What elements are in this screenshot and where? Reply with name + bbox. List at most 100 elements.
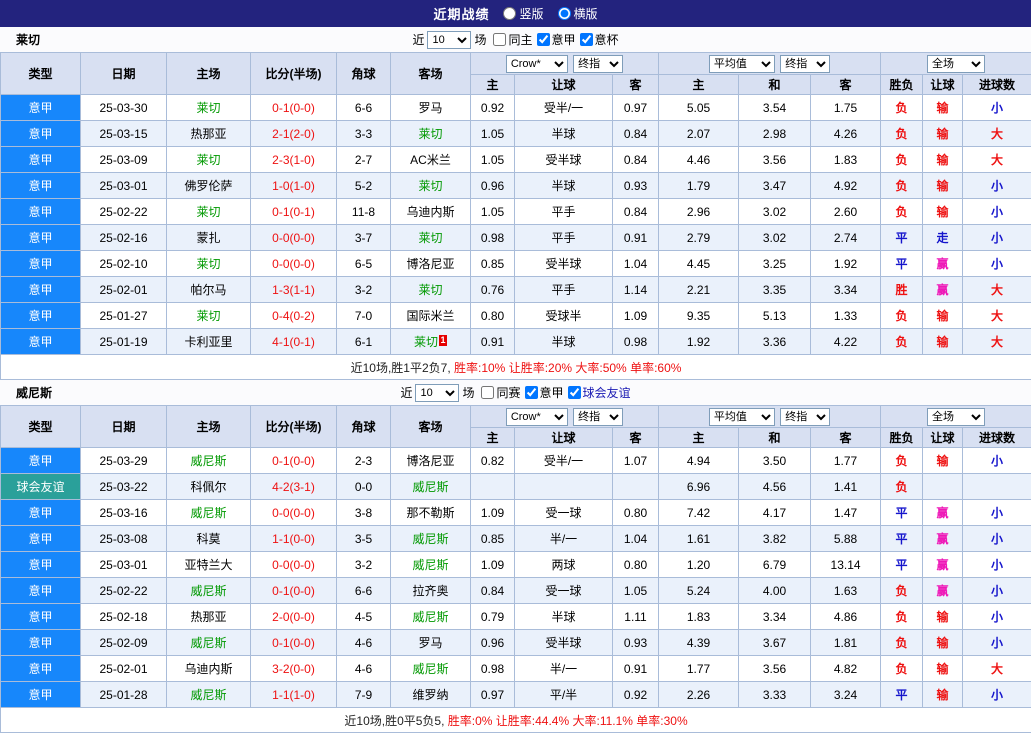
radio-vertical-input[interactable] <box>503 7 516 20</box>
avg-home-cell: 4.45 <box>659 251 739 277</box>
filter-checkbox[interactable]: 意甲 <box>537 31 576 48</box>
league-type-cell: 意甲 <box>1 578 81 604</box>
goals-result-cell: 小 <box>963 251 1031 277</box>
away-team-cell: 罗马 <box>391 630 471 656</box>
team-name-text: 科莫 <box>196 532 220 546</box>
layout-radio-vertical[interactable]: 竖版 <box>503 5 543 22</box>
home-team-cell[interactable]: 莱切 <box>167 251 251 277</box>
result-cell: 负 <box>881 199 923 225</box>
filter-checkbox-label: 球会友谊 <box>583 384 631 401</box>
radio-horizontal-input[interactable] <box>558 7 571 20</box>
filter-checkbox[interactable]: 意杯 <box>580 31 619 48</box>
date-cell: 25-03-01 <box>81 173 167 199</box>
avg-time-select[interactable]: 终指 <box>780 55 830 73</box>
odds-provider-select[interactable]: Crow* <box>506 408 568 426</box>
odds-time-select[interactable]: 终指 <box>573 55 623 73</box>
avg-draw-cell: 3.34 <box>739 604 811 630</box>
team-name-text: 威尼斯 <box>412 662 448 676</box>
away-team-cell[interactable]: 威尼斯 <box>391 604 471 630</box>
odds-line-cell: 半球 <box>515 329 613 355</box>
avg-draw-cell: 3.02 <box>739 199 811 225</box>
filter-checkbox[interactable]: 球会友谊 <box>568 384 631 401</box>
home-team-cell[interactable]: 威尼斯 <box>167 630 251 656</box>
avg-draw-cell: 3.56 <box>739 656 811 682</box>
home-team-cell[interactable]: 莱切 <box>167 147 251 173</box>
match-count-select[interactable]: 10 <box>415 384 459 402</box>
home-team-cell: 卡利亚里 <box>167 329 251 355</box>
odds-away-cell: 1.09 <box>613 303 659 329</box>
filter-checkbox[interactable]: 同主 <box>493 31 532 48</box>
odds-away-cell: 0.84 <box>613 199 659 225</box>
team-name-text: 那不勒斯 <box>406 506 454 520</box>
match-row: 意甲25-02-01帕尔马1-3(1-1)3-2莱切0.76平手1.142.21… <box>1 277 1031 303</box>
match-row: 意甲25-02-10莱切0-0(0-0)6-5博洛尼亚0.85受半球1.044.… <box>1 251 1031 277</box>
match-row: 意甲25-03-01佛罗伦萨1-0(1-0)5-2莱切0.96半球0.931.7… <box>1 173 1031 199</box>
summary-segment: 大率:50% <box>575 361 630 375</box>
home-team-cell[interactable]: 威尼斯 <box>167 578 251 604</box>
handicap-result-cell: 输 <box>923 199 963 225</box>
away-team-cell[interactable]: 莱切 <box>391 121 471 147</box>
result-cell: 负 <box>881 630 923 656</box>
away-team-cell[interactable]: 威尼斯 <box>391 552 471 578</box>
team-name-text: 维罗纳 <box>412 688 448 702</box>
summary-segment: 近10场,胜0平5负5, <box>344 714 447 728</box>
fulltime-select[interactable]: 全场 <box>927 408 985 426</box>
away-team-cell[interactable]: 威尼斯 <box>391 526 471 552</box>
handicap-result-cell: 赢 <box>923 578 963 604</box>
handicap-result-cell: 输 <box>923 630 963 656</box>
avg-time-select[interactable]: 终指 <box>780 408 830 426</box>
corners-cell: 3-3 <box>337 121 391 147</box>
corners-cell: 7-0 <box>337 303 391 329</box>
avg-group-header: 平均值 终指 <box>659 406 881 428</box>
section-header: 威尼斯 近 10 场 同赛意甲球会友谊 <box>0 380 1031 405</box>
home-team-cell[interactable]: 威尼斯 <box>167 682 251 708</box>
fulltime-select[interactable]: 全场 <box>927 55 985 73</box>
checkbox-input[interactable] <box>481 386 494 399</box>
checkbox-input[interactable] <box>493 33 506 46</box>
odds-provider-select[interactable]: Crow* <box>506 55 568 73</box>
checkbox-input[interactable] <box>537 33 550 46</box>
odds-line-cell: 受半/一 <box>515 448 613 474</box>
match-count-select[interactable]: 10 <box>427 31 471 49</box>
avg-provider-select[interactable]: 平均值 <box>709 408 775 426</box>
odds-away-cell: 1.14 <box>613 277 659 303</box>
home-team-cell[interactable]: 莱切 <box>167 95 251 121</box>
layout-radio-horizontal[interactable]: 横版 <box>558 5 598 22</box>
team-name-text: 博洛尼亚 <box>406 454 454 468</box>
away-team-cell[interactable]: 莱切 <box>391 225 471 251</box>
avg-draw-cell: 3.56 <box>739 147 811 173</box>
match-row: 意甲25-03-08科莫1-1(0-0)3-5威尼斯0.85半/一1.041.6… <box>1 526 1031 552</box>
goals-result-cell: 小 <box>963 95 1031 121</box>
home-team-cell[interactable]: 莱切 <box>167 199 251 225</box>
away-team-cell[interactable]: 莱切 <box>391 173 471 199</box>
avg-home-cell: 1.79 <box>659 173 739 199</box>
corners-cell: 3-2 <box>337 552 391 578</box>
avg-provider-select[interactable]: 平均值 <box>709 55 775 73</box>
odds-time-select[interactable]: 终指 <box>573 408 623 426</box>
home-team-cell[interactable]: 莱切 <box>167 303 251 329</box>
away-team-cell[interactable]: 莱切 <box>391 277 471 303</box>
checkbox-input[interactable] <box>580 33 593 46</box>
away-team-cell[interactable]: 威尼斯 <box>391 656 471 682</box>
home-team-cell[interactable]: 威尼斯 <box>167 448 251 474</box>
corners-cell: 3-2 <box>337 277 391 303</box>
col-away: 客场 <box>391 53 471 95</box>
match-row: 意甲25-03-16威尼斯0-0(0-0)3-8那不勒斯1.09受一球0.807… <box>1 500 1031 526</box>
corners-cell: 11-8 <box>337 199 391 225</box>
filter-checkbox-label: 意杯 <box>595 31 619 48</box>
match-row: 意甲25-02-22威尼斯0-1(0-0)6-6拉齐奥0.84受一球1.055.… <box>1 578 1031 604</box>
odds-home-cell: 1.05 <box>471 121 515 147</box>
filter-checkbox[interactable]: 同赛 <box>481 384 520 401</box>
home-team-cell[interactable]: 威尼斯 <box>167 500 251 526</box>
col-date: 日期 <box>81 53 167 95</box>
corners-cell: 5-2 <box>337 173 391 199</box>
checkbox-input[interactable] <box>568 386 581 399</box>
away-team-cell[interactable]: 莱切1 <box>391 329 471 355</box>
away-team-cell[interactable]: 威尼斯 <box>391 474 471 500</box>
odds-away-cell: 1.07 <box>613 448 659 474</box>
filter-checkbox[interactable]: 意甲 <box>525 384 564 401</box>
result-cell: 平 <box>881 251 923 277</box>
corners-cell: 7-9 <box>337 682 391 708</box>
checkbox-input[interactable] <box>525 386 538 399</box>
date-cell: 25-03-22 <box>81 474 167 500</box>
